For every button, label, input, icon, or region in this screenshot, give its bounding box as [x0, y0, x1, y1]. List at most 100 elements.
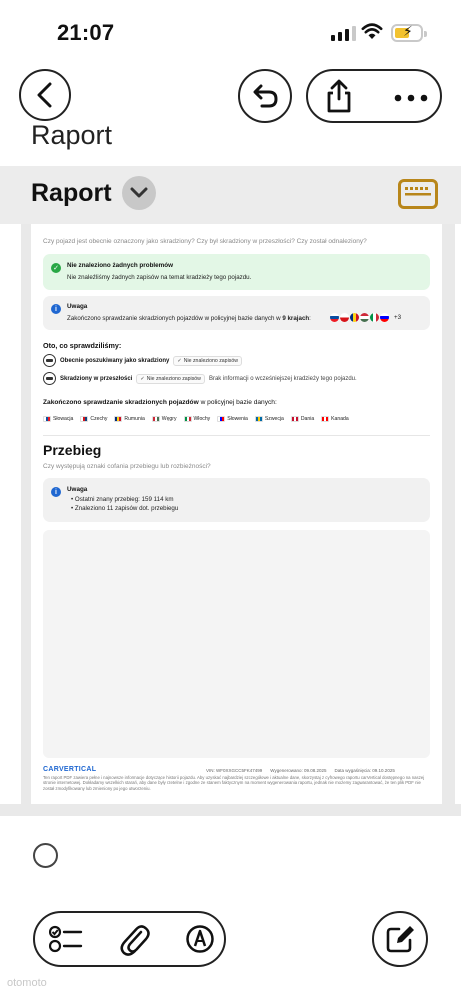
more-countries-count: +3 [394, 314, 402, 321]
country-name: Słowacja [53, 416, 74, 422]
country-item: Słowenia [217, 416, 248, 422]
country-name: Czechy [90, 416, 108, 422]
flag-icon [80, 416, 89, 422]
more-dots-icon [394, 94, 428, 102]
country-name: Słowenia [227, 416, 248, 422]
note-text-bold: 9 krajach [282, 315, 310, 322]
note-text-main: Zakończono sprawdzanie skradzionych poja… [67, 315, 281, 322]
thief-mask-icon [43, 354, 56, 367]
report-page: Czy pojazd jest obecnie oznaczony jako s… [31, 224, 442, 804]
flag-icon [321, 416, 330, 422]
check-row-past: Skradziony w przeszłości ✓ Nie znalezion… [43, 372, 357, 385]
more-button[interactable] [394, 90, 428, 108]
next-page-edge [455, 224, 461, 804]
attachment-button[interactable] [120, 923, 150, 962]
wifi-icon [361, 23, 383, 39]
paperclip-icon [120, 925, 150, 956]
country-name: Dania [300, 416, 315, 422]
footer-disclaimer: Ten raport PDF zawiera pełne i najnowsze… [43, 775, 425, 791]
carvertical-logo: CARVERTICAL [43, 766, 97, 773]
country-item: Słowacja [43, 416, 73, 422]
flag-icon [254, 416, 263, 422]
nav-title: Raport [31, 120, 113, 150]
mileage-chart-placeholder [43, 530, 430, 758]
mileage-bullet: • Znaleziono 11 zapisów dot. przebiegu [71, 505, 179, 512]
status-time: 21:07 [57, 20, 115, 45]
country-item: Węgry [151, 416, 177, 422]
flag-icon [43, 416, 51, 422]
check-row-current: Obecnie poszukiwany jako skradziony ✓ Ni… [43, 354, 242, 367]
markup-toolbar [33, 911, 226, 967]
share-icon [327, 79, 351, 113]
flag-icon [151, 416, 160, 422]
info-icon: i [51, 487, 61, 497]
undo-icon [253, 84, 278, 108]
country-name: Szwecja [264, 416, 284, 422]
select-radio[interactable] [33, 843, 58, 868]
no-problems-desc: Nie znaleźliśmy żadnych zapisów na temat… [67, 274, 252, 281]
theft-question: Czy pojazd jest obecnie oznaczony jako s… [43, 238, 367, 245]
report-header: Raport [0, 166, 461, 224]
mileage-bullet-text: Ostatni znany przebieg: 159 114 km [74, 496, 174, 503]
status-tag: ✓ Nie znaleziono zapisów [173, 355, 242, 366]
country-item: Dania [290, 416, 315, 422]
section-divider [43, 435, 430, 436]
status-tag: ✓ Nie znaleziono zapisów [136, 373, 205, 384]
mileage-note-title: Uwaga [67, 486, 88, 493]
compose-button[interactable] [372, 911, 428, 967]
checked-heading: Oto, co sprawdziliśmy: [43, 341, 122, 350]
chevron-left-icon [37, 82, 52, 108]
country-item: Czechy [80, 416, 107, 422]
note-title: Uwaga [67, 303, 88, 310]
country-name: Kanada [331, 416, 349, 422]
checklist-button[interactable] [48, 924, 83, 959]
flag-icon [114, 416, 123, 422]
mileage-title: Przebieg [43, 442, 102, 458]
check-row-label: Skradziony w przeszłości [60, 375, 133, 382]
check-row-info: Brak informacji o wcześniejszej kradzież… [208, 375, 357, 382]
mileage-bullet: • Ostatni znany przebieg: 159 114 km [71, 496, 174, 503]
flag-icon [217, 416, 226, 422]
mileage-bullet-text: Znaleziono 11 zapisów dot. przebiegu [74, 505, 179, 512]
country-name: Rumunia [124, 416, 145, 422]
checklist-icon [48, 925, 83, 953]
title-menu-button[interactable] [122, 176, 156, 210]
mileage-question: Czy występują oznaki cofania przebiegu l… [43, 463, 211, 470]
no-problems-box: ✓ Nie znaleziono żadnych problemów Nie z… [43, 254, 430, 290]
pen-circle-icon [186, 925, 214, 953]
db-heading-bold: Zakończono sprawdzanie skradzionych poja… [43, 399, 199, 406]
markup-button[interactable] [185, 924, 215, 959]
country-item: Kanada [321, 416, 349, 422]
share-button[interactable] [324, 79, 354, 118]
undo-button[interactable] [238, 69, 292, 123]
check-row-label: Obecnie poszukiwany jako skradziony [60, 357, 170, 364]
footer-meta: VIN: WF0XXGCC5FK47499 Wygenerowano: 09.0… [206, 768, 395, 773]
thief-mask-icon [43, 372, 56, 385]
bottom-panel [0, 816, 461, 999]
country-item: Rumunia [114, 416, 145, 422]
flag-icon [183, 416, 192, 422]
watermark: otomoto [7, 977, 47, 989]
country-flags-preview: +3 [330, 313, 401, 322]
footer-vin: VIN: WF0XXGCC5FK47499 [206, 768, 263, 773]
check-circle-icon: ✓ [51, 263, 61, 273]
cellular-signal-icon [331, 26, 356, 41]
previous-page-edge [0, 224, 21, 804]
country-item: Włochy [183, 416, 210, 422]
note-box: i Uwaga Zakończono sprawdzanie skradzion… [43, 296, 430, 330]
chevron-down-icon [130, 187, 148, 198]
share-more-pill [306, 69, 442, 123]
status-bar: 21:07 ⚡ [0, 0, 461, 64]
flag-icon [290, 416, 299, 422]
keyboard-icon[interactable] [398, 179, 438, 209]
footer-generated: Wygenerowano: 09.08.2025 [270, 768, 327, 773]
country-name: Węgry [161, 416, 177, 422]
mileage-note-box: i Uwaga • Ostatni znany przebieg: 159 11… [43, 478, 430, 522]
no-problems-title: Nie znaleziono żadnych problemów [67, 262, 174, 269]
note-text: Zakończono sprawdzanie skradzionych poja… [67, 315, 311, 322]
report-title: Raport [31, 179, 112, 207]
battery-icon: ⚡ [391, 23, 427, 42]
footer-expires: Data wygaśnięcia: 09.10.2025 [334, 768, 395, 773]
db-heading: Zakończono sprawdzanie skradzionych poja… [43, 399, 277, 406]
back-button[interactable] [19, 69, 71, 121]
